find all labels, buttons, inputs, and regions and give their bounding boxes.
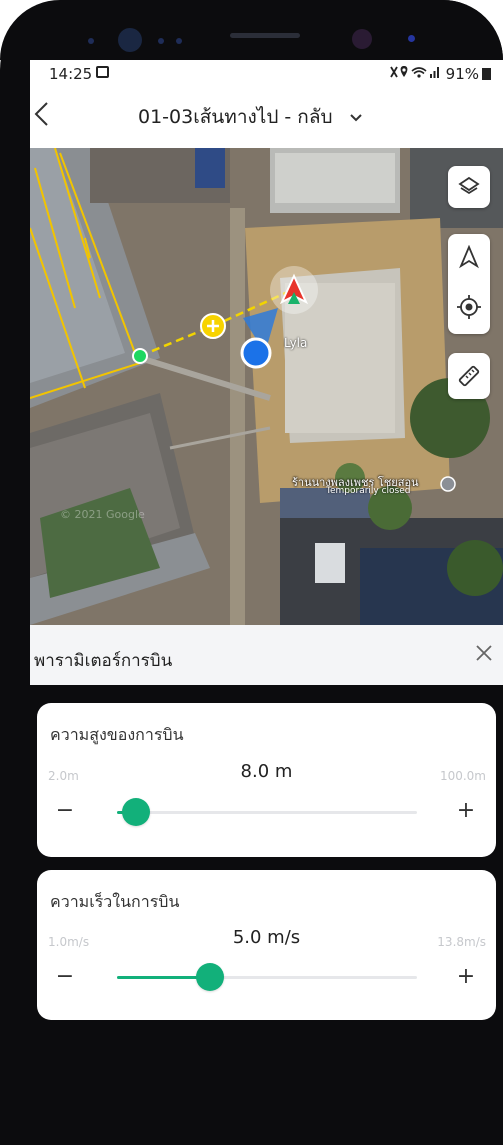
front-camera <box>352 29 372 49</box>
route-selector[interactable]: 01-03เส้นทางไป - กลับ <box>138 102 363 132</box>
layers-button[interactable] <box>448 166 490 208</box>
speed-card: ความเร็วในการบิน 5.0 m/s 1.0m/s 13.8m/s … <box>37 870 496 1020</box>
altitude-card: ความสูงของการบิน 8.0 m 2.0m 100.0m − + <box>37 703 496 857</box>
satellite-map[interactable]: Lyla ร้านนางพลงเพชร โชยสอน Temporarily c… <box>30 148 503 625</box>
locate-button[interactable] <box>456 294 482 324</box>
phone-top-bezel <box>0 0 503 60</box>
altitude-slider-thumb[interactable] <box>121 798 150 826</box>
navigation-group <box>448 234 490 334</box>
battery-icon <box>482 68 491 80</box>
status-right: 91% <box>389 65 491 83</box>
battery-percent: 91% <box>445 65 479 83</box>
speed-slider-thumb[interactable] <box>196 963 224 991</box>
altitude-decrease-button[interactable]: − <box>50 797 80 827</box>
speed-label: ความเร็วในการบิน <box>50 892 180 911</box>
back-button[interactable] <box>32 100 62 134</box>
layers-icon <box>458 176 480 195</box>
speed-max: 13.8m/s <box>437 935 486 949</box>
aircraft-label: Lyla <box>284 336 308 350</box>
map-watermark: © 2021 Google <box>60 508 145 521</box>
locate-icon <box>457 294 481 319</box>
place-status: Temporarily closed <box>326 486 411 496</box>
altitude-max: 100.0m <box>439 769 486 783</box>
altitude-slider[interactable] <box>117 798 417 826</box>
top-bar: 01-03เส้นทางไป - กลับ <box>30 88 503 148</box>
altitude-increase-button[interactable]: + <box>451 797 481 827</box>
speed-increase-button[interactable]: + <box>451 963 481 993</box>
altitude-value: 8.0 m <box>240 761 293 782</box>
navigation-icon <box>459 244 479 268</box>
earpiece <box>230 33 300 38</box>
close-icon <box>476 645 492 661</box>
speed-decrease-button[interactable]: − <box>50 963 80 993</box>
altitude-min: 2.0m <box>48 769 79 783</box>
chevron-down-icon <box>349 111 363 127</box>
ruler-icon <box>458 365 480 387</box>
map-imagery <box>30 148 503 625</box>
signal-icons <box>390 66 439 78</box>
flight-parameters-header: พารามิเตอร์การบิน <box>30 625 503 685</box>
route-title: 01-03เส้นทางไป - กลับ <box>138 106 333 128</box>
image-notification-icon <box>96 66 109 78</box>
speed-min: 1.0m/s <box>48 935 90 949</box>
altitude-label: ความสูงของการบิน <box>50 725 184 744</box>
speed-slider[interactable] <box>117 963 417 991</box>
sensor-dots <box>88 38 94 44</box>
status-bar: 14:25 91% <box>30 60 503 88</box>
proximity-sensor <box>408 35 415 42</box>
ruler-button[interactable] <box>448 353 490 399</box>
phone-bottom-bezel <box>0 1075 503 1145</box>
speed-value: 5.0 m/s <box>232 927 301 948</box>
camera-lens <box>118 28 142 52</box>
panel-title: พารามิเตอร์การบิน <box>34 651 173 671</box>
close-button[interactable] <box>475 641 493 667</box>
navigation-button[interactable] <box>458 244 480 273</box>
chevron-left-icon <box>34 102 48 126</box>
status-time: 14:25 <box>49 65 93 83</box>
